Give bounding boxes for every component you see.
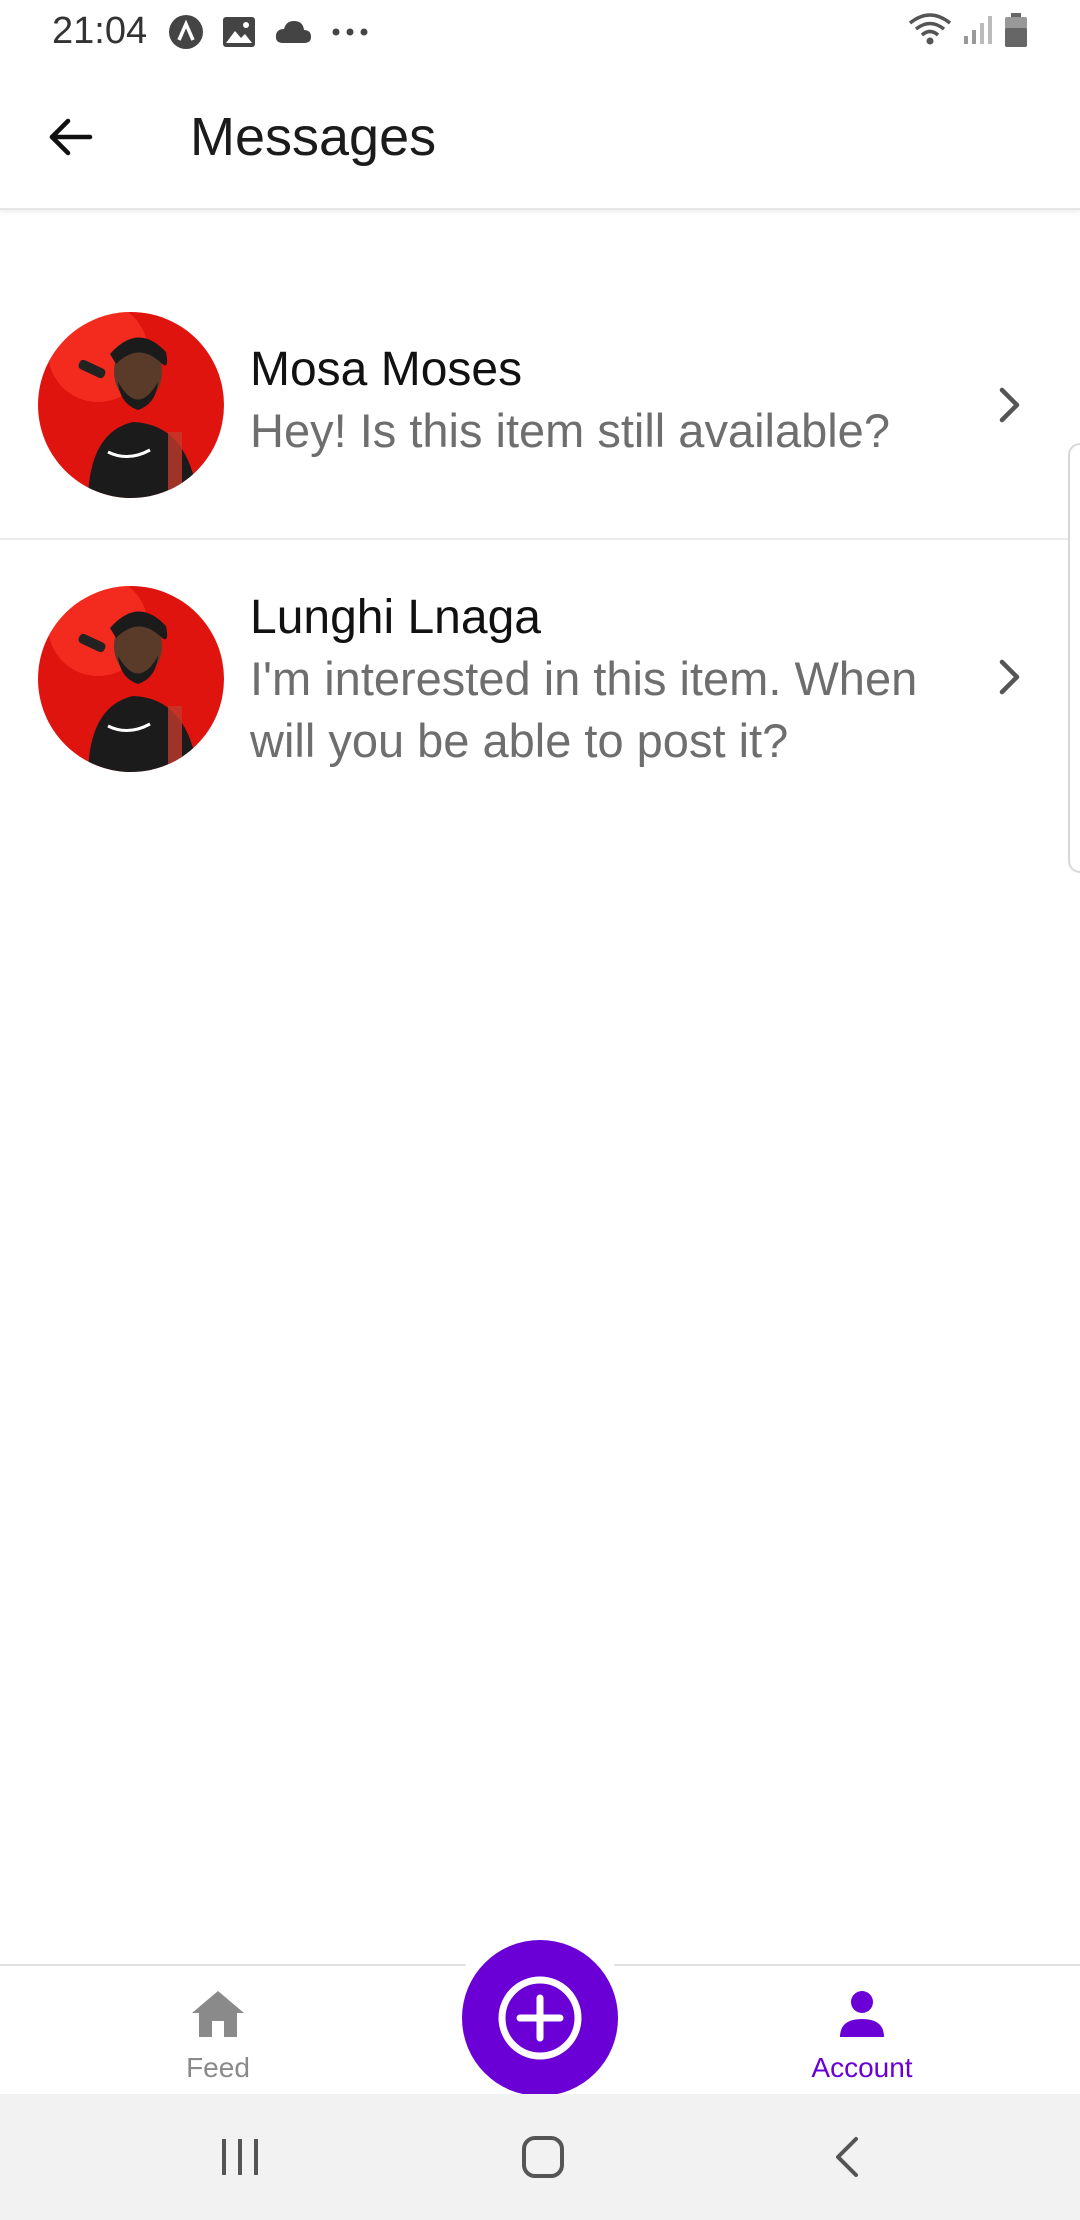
cloud-icon [274,19,312,45]
home-icon [188,1984,248,2044]
tab-label: Account [811,2052,913,2083]
message-row[interactable]: Lunghi Lnaga I'm interested in this item… [0,540,1080,812]
edge-panel-handle[interactable] [1068,443,1080,873]
tab-label: Feed [186,2052,250,2083]
chevron-right-icon [990,652,1030,702]
message-text: Lunghi Lnaga I'm interested in this item… [250,588,980,772]
avatar [38,586,224,772]
more-dots-icon [330,27,370,37]
avatar [38,312,224,498]
add-listing-button[interactable] [462,1940,618,2096]
arrow-left-icon [49,118,93,156]
back-nav-button[interactable] [806,2127,886,2187]
chevron-right-icon [990,380,1030,430]
status-bar: 21:04 [0,0,1080,64]
wifi-icon [908,13,952,47]
status-time: 21:04 [52,10,148,52]
page-title: Messages [190,107,437,167]
message-preview: Hey! Is this item still available? [250,404,890,457]
app-a-icon [168,14,204,50]
person-icon [832,1984,892,2044]
system-nav-bar [0,2094,1080,2220]
status-icons-left [168,14,370,50]
signal-icon [962,14,994,46]
message-list: Mosa Moses Hey! Is this item still avail… [0,270,1080,812]
sender-name: Lunghi Lnaga [250,591,541,644]
home-button[interactable] [503,2127,583,2187]
gallery-icon [222,16,256,48]
sender-name: Mosa Moses [250,343,523,396]
home-icon [522,2136,564,2178]
status-icons-right [908,12,1028,48]
app-bar: Messages [0,64,1080,210]
battery-icon [1004,12,1028,48]
back-button[interactable] [30,102,110,172]
back-icon [836,2137,858,2177]
recents-button[interactable] [200,2127,280,2187]
tab-feed[interactable]: Feed [68,1966,368,2096]
tab-account[interactable]: Account [712,1966,1012,2096]
message-text: Mosa Moses Hey! Is this item still avail… [250,340,980,462]
message-preview: I'm interested in this item. When will y… [250,652,918,767]
message-row[interactable]: Mosa Moses Hey! Is this item still avail… [0,270,1080,540]
plus-circle-icon [498,1976,582,2060]
recents-icon [222,2139,258,2175]
